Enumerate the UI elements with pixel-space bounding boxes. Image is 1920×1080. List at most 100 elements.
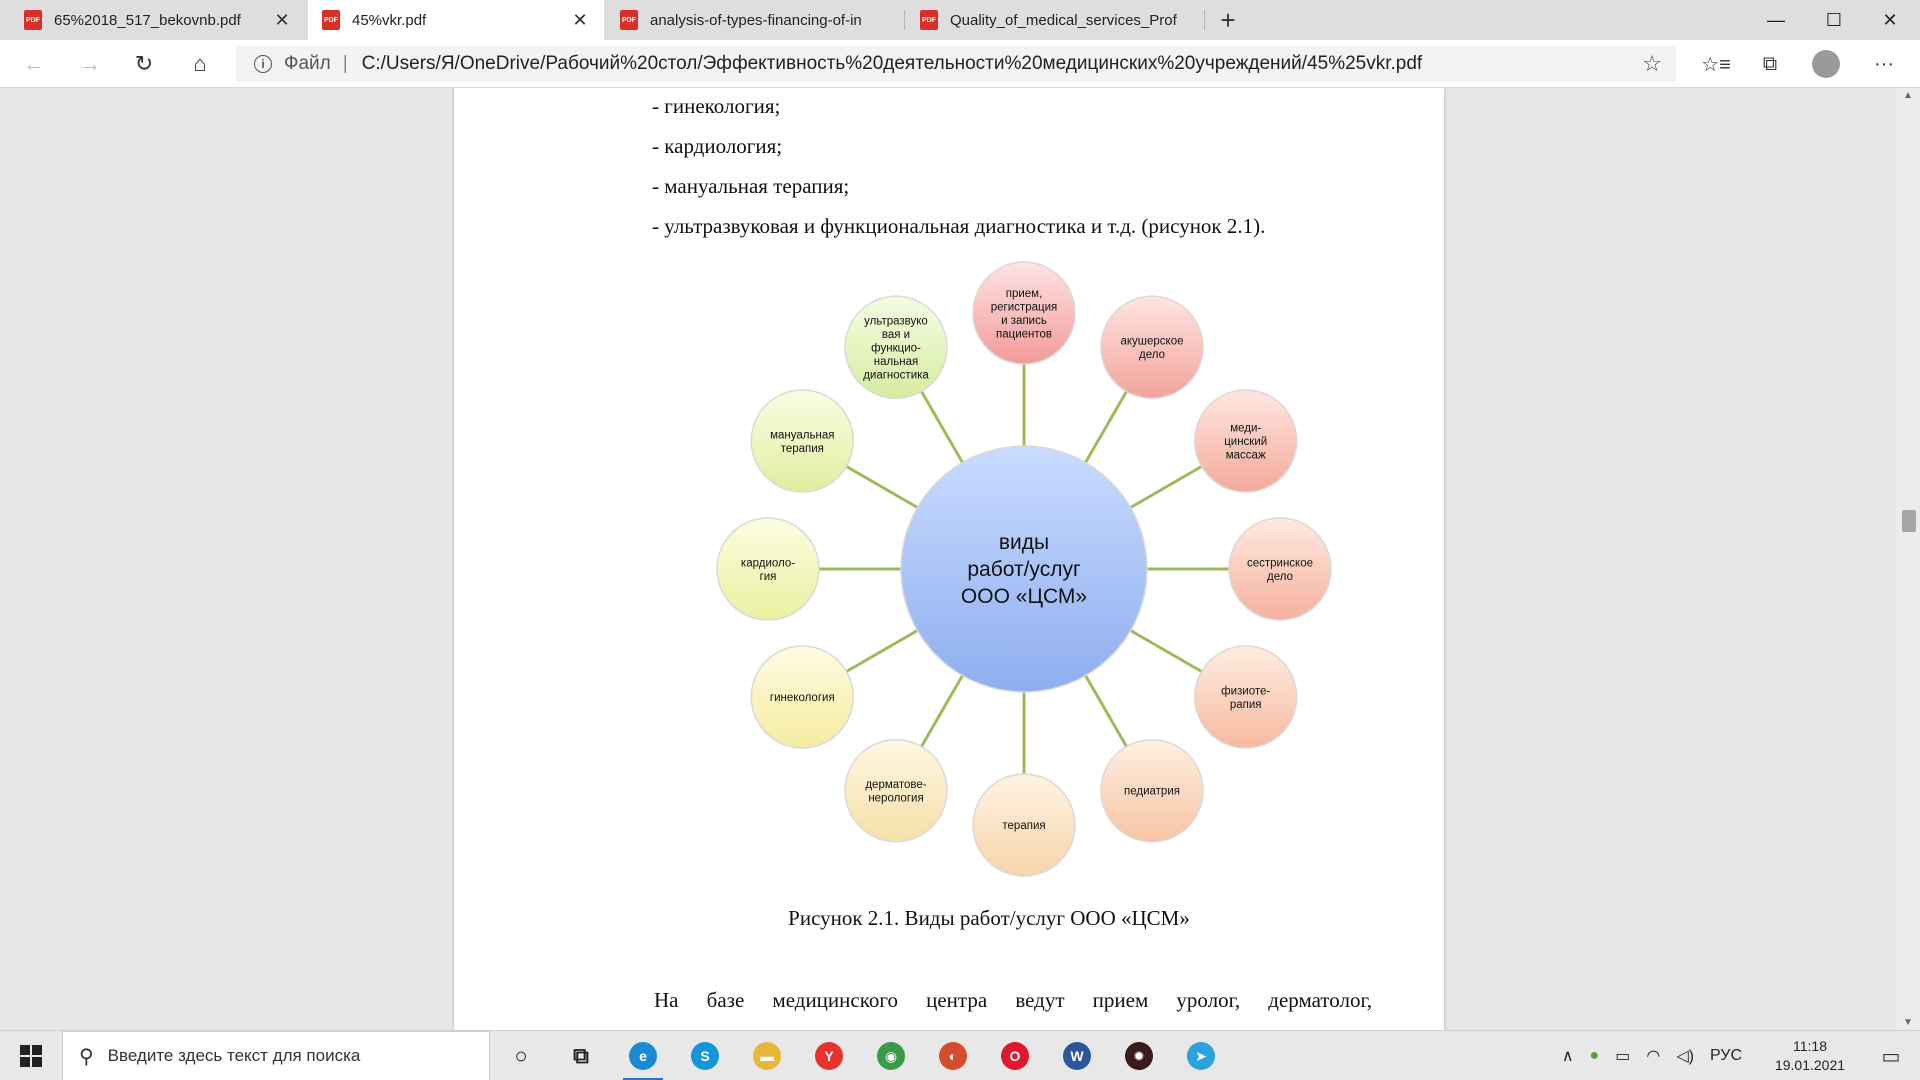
word-taskbar-button[interactable]: W (1052, 1036, 1102, 1076)
service-node: меди-цинский массаж (1193, 389, 1298, 493)
app-dark-icon: ✹ (1125, 1042, 1153, 1070)
service-node-label: педиатрия (1124, 786, 1180, 798)
tab-divider (1204, 10, 1205, 30)
scheme-label: Файл (284, 53, 331, 74)
notification-icon[interactable]: ▭ (1866, 1031, 1916, 1080)
taskbar-search[interactable]: ⚲ Введите здесь текст для поиска (62, 1031, 490, 1080)
language-indicator[interactable]: РУС (1710, 1047, 1742, 1065)
service-node: дерматове-нерология (844, 738, 948, 843)
service-node: терапия (972, 773, 1076, 877)
connector-line (1129, 629, 1203, 673)
service-node-label: кардиоло- (741, 557, 795, 569)
cortana-taskbar-button[interactable]: ○ (496, 1036, 546, 1076)
close-window-button[interactable]: ✕ (1862, 0, 1918, 40)
refresh-button[interactable]: ↻ (126, 46, 162, 82)
task-view-icon: ⧉ (573, 1043, 589, 1068)
pdf-icon: PDF (920, 10, 938, 30)
tab-title: Quality_of_medical_services_Prof (950, 11, 1177, 29)
app-dark-taskbar-button[interactable]: ✹ (1114, 1036, 1164, 1076)
tab-title: analysis-of-types-financing-of-in (650, 11, 862, 29)
scroll-down-arrow-icon[interactable]: ▼ (1896, 1017, 1920, 1028)
search-placeholder: Введите здесь текст для поиска (107, 1046, 361, 1065)
yandex-browser-taskbar-button[interactable]: Y (804, 1036, 854, 1076)
close-icon[interactable]: ✕ (272, 10, 292, 31)
tab-0[interactable]: PDF 65%2018_517_bekovnb.pdf ✕ (10, 0, 306, 40)
scroll-thumb[interactable] (1902, 510, 1916, 532)
service-node-label: акушерское (1120, 336, 1183, 348)
pdf-icon: PDF (322, 10, 340, 30)
pdf-page: - гинекология; - кардиология; - мануальн… (454, 88, 1444, 1030)
forward-button[interactable]: → (72, 46, 108, 82)
yandex-browser-icon: Y (815, 1042, 843, 1070)
address-bar[interactable]: i Файл | C:/Users/Я/OneDrive/Рабочий%20с… (236, 46, 1676, 82)
collections-icon[interactable]: ⧉ (1752, 46, 1788, 82)
service-node-label: нальная (874, 356, 918, 368)
chrome-taskbar-button[interactable]: ◉ (866, 1036, 916, 1076)
app-red-taskbar-button[interactable]: ◐ (928, 1036, 978, 1076)
tab-2[interactable]: PDF analysis-of-types-financing-of-in (606, 0, 902, 40)
word-icon: W (1063, 1042, 1091, 1070)
scroll-up-arrow-icon[interactable]: ▲ (1896, 90, 1920, 101)
volume-icon[interactable]: ◁) (1676, 1046, 1694, 1066)
file-explorer-icon: ▬ (753, 1042, 781, 1070)
wifi-icon[interactable]: ◠ (1646, 1046, 1660, 1066)
service-node-label: физиоте- (1221, 685, 1270, 697)
service-node-label: рапия (1230, 699, 1262, 711)
tab-1[interactable]: PDF 45%vkr.pdf ✕ (308, 0, 604, 40)
services-diagram: прием,регистрация и записьпациентов акушер… (716, 261, 1332, 877)
avatar (1812, 50, 1840, 78)
service-node-label: прием, (1006, 288, 1043, 300)
file-explorer-taskbar-button[interactable]: ▬ (742, 1036, 792, 1076)
minimize-button[interactable]: — (1748, 0, 1804, 40)
start-button[interactable] (0, 1031, 62, 1080)
chrome-icon: ◉ (877, 1042, 905, 1070)
connector-line (920, 390, 964, 464)
service-node-label: терапия (1002, 820, 1045, 832)
home-button[interactable]: ⌂ (182, 46, 218, 82)
task-view-taskbar-button[interactable]: ⧉ (556, 1036, 606, 1076)
service-node-label: диагностика (863, 369, 929, 381)
connector-line (920, 674, 964, 748)
search-icon: ⚲ (79, 1045, 94, 1068)
diagram-center-node: виды работ/услуг ООО «ЦСМ» (900, 445, 1148, 693)
service-node-label: дело (1267, 571, 1293, 583)
tab-3[interactable]: PDF Quality_of_medical_services_Prof (906, 0, 1202, 40)
address-divider: | (342, 53, 348, 74)
connector-line (845, 629, 919, 673)
edge-taskbar-button[interactable]: e (618, 1036, 668, 1080)
taskbar-clock[interactable]: 11:18 19.01.2021 (1760, 1037, 1860, 1075)
new-tab-button[interactable]: + (1208, 0, 1248, 40)
close-icon[interactable]: ✕ (570, 10, 590, 31)
url-text[interactable]: C:/Users/Я/OneDrive/Рабочий%20стол/Эффек… (362, 53, 1423, 75)
profile-avatar[interactable] (1808, 46, 1844, 82)
pdf-viewer: - гинекология; - кардиология; - мануальн… (0, 88, 1920, 1030)
favorite-star-icon[interactable]: ☆ (1642, 51, 1662, 77)
opera-taskbar-button[interactable]: O (990, 1036, 1040, 1076)
tab-divider (904, 10, 905, 30)
telegram-taskbar-button[interactable]: ➤ (1176, 1036, 1226, 1076)
service-node: прием,регистрация и записьпациентов (972, 261, 1076, 365)
service-node-label: меди- (1230, 423, 1261, 435)
service-node-label: массаж (1226, 450, 1266, 462)
body-paragraph: На базе медицинского центра ведут прием … (654, 988, 1372, 1012)
info-icon[interactable]: i (254, 55, 272, 73)
more-menu-icon[interactable]: ··· (1866, 46, 1902, 82)
tray-expand-icon[interactable]: ∧ (1562, 1046, 1574, 1066)
service-node: физиоте-рапия (1193, 645, 1298, 749)
service-node: кардиоло-гия (716, 517, 820, 621)
maximize-button[interactable]: ☐ (1806, 0, 1862, 40)
back-button[interactable]: ← (16, 46, 52, 82)
clock-date: 19.01.2021 (1774, 1057, 1846, 1073)
center-label: виды (999, 531, 1049, 554)
opera-icon: O (1001, 1042, 1029, 1070)
vertical-scrollbar[interactable]: ▲ ▼ (1896, 88, 1920, 1030)
skype-taskbar-button[interactable]: S (680, 1036, 730, 1076)
tray-app-icon[interactable]: ● (1590, 1047, 1600, 1065)
favorites-icon[interactable]: ☆≡ (1698, 46, 1734, 82)
service-node: сестринское дело (1228, 517, 1332, 621)
skype-icon: S (691, 1042, 719, 1070)
service-node-label: функцио- (871, 342, 921, 354)
service-node: педиатрия (1100, 738, 1204, 843)
battery-icon[interactable]: ▭ (1615, 1046, 1630, 1066)
service-node: акушерскоедело (1100, 295, 1204, 400)
